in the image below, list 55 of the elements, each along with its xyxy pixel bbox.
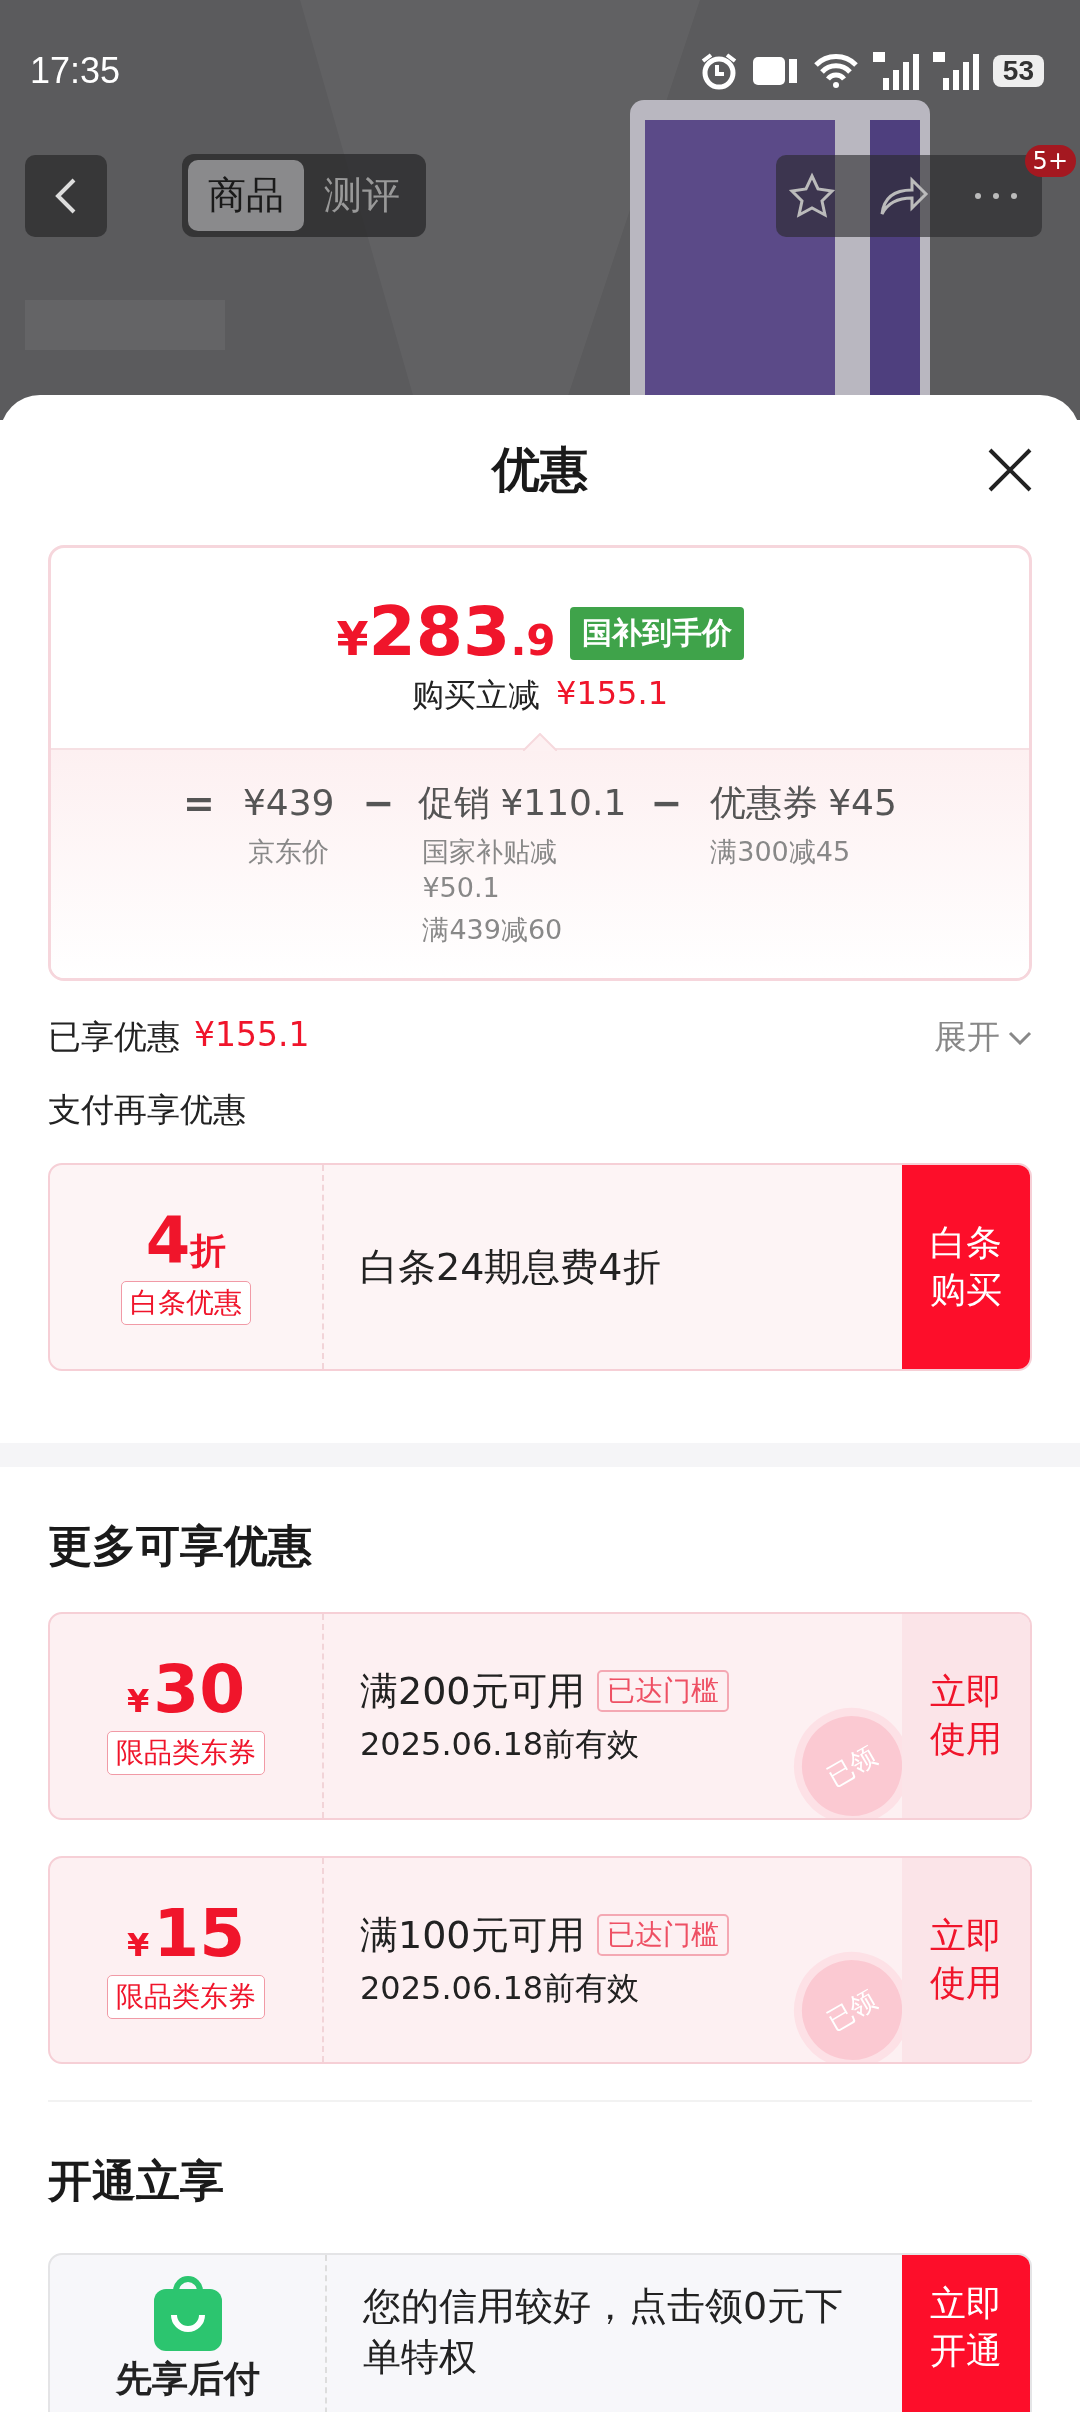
wifi-icon [812,53,859,89]
coupon-amount: ¥15 [126,1901,246,1967]
expand-button[interactable]: 展开 [934,1015,1032,1060]
term-note: 满300减45 [710,835,852,869]
term-amount: ¥110.1 [500,781,627,825]
term-label: 促销 [418,781,491,825]
term-note: 京东价 [247,835,331,869]
coupon-tag: 限品类东券 [107,1975,265,2019]
tab[interactable]: 测评 [304,160,420,231]
term-label: 优惠券 [710,781,819,825]
operator: = [183,780,215,827]
operator: − [650,780,683,827]
shopping-bag-icon [151,2273,224,2353]
activate-button[interactable]: 立即开通 [902,2255,1030,2412]
close-icon[interactable] [986,446,1034,494]
threshold-badge: 已达门槛 [596,1914,729,1956]
coupon-condition: 满200元可用 [360,1667,585,1715]
term-note: 满439减60 [422,913,564,947]
coupon-tag: 限品类东券 [107,1731,265,1775]
more-icon[interactable] [972,190,1020,201]
term-amount: ¥439 [242,781,335,825]
saving-label: 购买立减 [412,675,540,716]
offer-text: 白条24期息费4折 [360,1243,661,1291]
star-icon[interactable] [788,171,836,220]
coupon-tag: 白条优惠 [121,1281,251,1325]
chevron-icon [1008,1030,1032,1045]
signal-icon [932,52,979,90]
enjoyed-amount: ¥155.1 [194,1015,310,1056]
buy-button[interactable]: 白条购买 [902,1165,1030,1369]
saving-amount: ¥155.1 [556,674,668,714]
price-tag: 国补到手价 [569,607,744,660]
discount-value: 4折 [145,1209,227,1273]
tab[interactable]: 商品 [188,160,304,231]
use-button[interactable]: 立即使用 [902,1858,1030,2062]
signal-icon [872,52,919,90]
clock: 17:35 [30,50,121,92]
coupon-condition: 满100元可用 [360,1911,585,1959]
coupon-validity: 2025.06.18前有效 [360,1723,640,1765]
use-button[interactable]: 立即使用 [902,1614,1030,1818]
coupon-amount: ¥30 [126,1657,246,1723]
term-note: 国家补贴减¥50.1 [422,835,559,905]
final-price: ¥283.9 [336,598,556,666]
service-name: 先享后付 [115,2357,260,2401]
section-title: 更多可享优惠 [48,1519,313,1573]
sheet-title: 优惠 [492,440,588,499]
operator: − [362,780,395,827]
section-label: 支付再享优惠 [48,1089,247,1131]
term-amount: ¥45 [828,781,897,825]
back-button[interactable] [25,154,107,237]
section-title: 开通立享 [48,2154,225,2208]
service-text: 您的信用较好，点击领0元下单特权 [363,2284,844,2380]
threshold-badge: 已达门槛 [596,1670,729,1712]
battery-indicator: 53 [992,55,1044,87]
coupon-validity: 2025.06.18前有效 [360,1967,640,2009]
enjoyed-label: 已享优惠 [48,1016,180,1058]
